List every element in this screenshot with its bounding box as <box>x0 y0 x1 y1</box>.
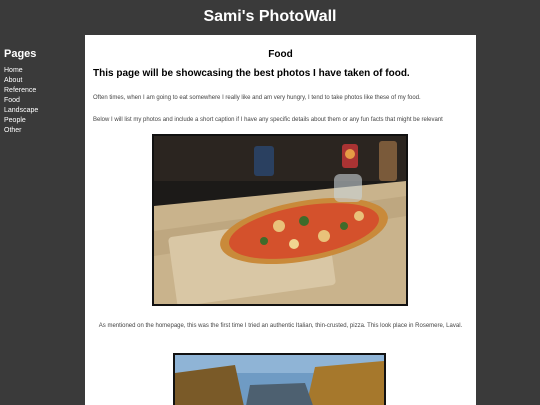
description-paragraph: Below I will list my photos and include … <box>93 117 443 123</box>
site-title: Sami's PhotoWall <box>203 8 337 25</box>
landscape-photo <box>173 353 386 405</box>
main-content: Food This page will be showcasing the be… <box>85 35 476 405</box>
sidebar-nav-list: Home About Reference Food Landscape Peop… <box>4 66 80 136</box>
sidebar-item-home[interactable]: Home <box>4 66 80 76</box>
sidebar-heading: Pages <box>4 48 37 60</box>
sidebar: Pages Home About Reference Food Landscap… <box>4 48 80 136</box>
intro-paragraph: Often times, when I am going to eat some… <box>93 95 421 101</box>
pizza-photo <box>152 134 408 306</box>
sidebar-item-other[interactable]: Other <box>4 126 80 136</box>
sidebar-item-reference[interactable]: Reference <box>4 86 80 96</box>
sidebar-item-food[interactable]: Food <box>4 96 80 106</box>
page-heading: Food <box>268 49 293 60</box>
sidebar-item-landscape[interactable]: Landscape <box>4 106 80 116</box>
sidebar-item-about[interactable]: About <box>4 76 80 86</box>
photo-caption: As mentioned on the homepage, this was t… <box>98 323 463 329</box>
landscape-image <box>175 355 384 405</box>
intro-heading: This page will be showcasing the best ph… <box>93 68 410 79</box>
sidebar-item-people[interactable]: People <box>4 116 80 126</box>
pizza-image <box>154 136 406 304</box>
